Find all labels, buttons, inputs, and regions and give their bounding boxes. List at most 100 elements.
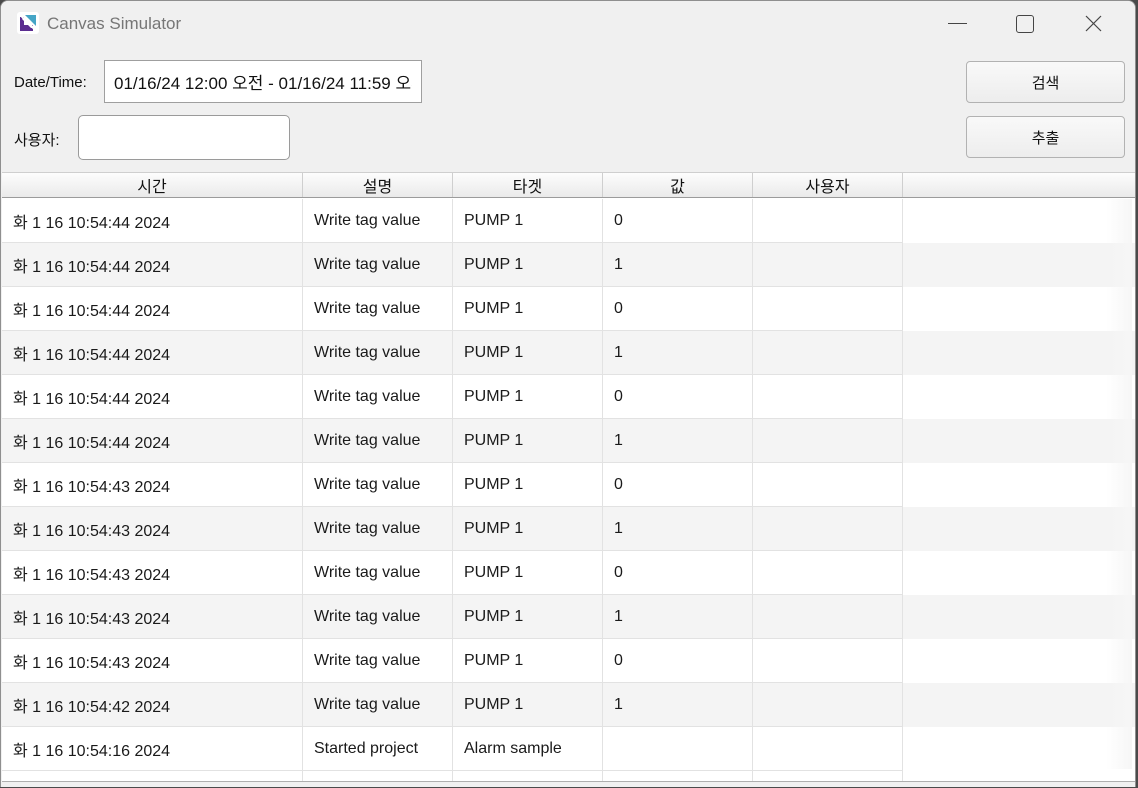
minimize-icon [948,23,967,24]
column-header-user[interactable]: 사용자 [753,173,903,197]
column-header-target[interactable]: 타겟 [453,173,603,197]
cell-user [753,419,903,463]
user-label: 사용자: [14,129,60,150]
cell-target: PUMP 1 [453,463,603,507]
table-row[interactable]: 화 1 16 10:54:43 2024Write tag valuePUMP … [2,551,1136,595]
user-input[interactable] [78,115,290,160]
cell-time: 화 1 16 10:54:44 2024 [2,419,303,463]
cell-description: Write tag value [303,419,453,463]
cell-description: Started project [303,727,453,771]
cell-time: 화 1 16 10:54:44 2024 [2,287,303,331]
cell-value: 1 [603,683,753,727]
cell-description: Write tag value [303,551,453,595]
table-row[interactable]: 화 1 16 10:54:44 2024Write tag valuePUMP … [2,287,1136,331]
cell-time: 화 1 16 10:54:43 2024 [2,639,303,683]
cell-time: 화 1 16 10:54:16 2024 [2,727,303,771]
cell-user [753,551,903,595]
maximize-icon [1016,15,1034,33]
cell-description: Write tag value [303,331,453,375]
cell-target: PUMP 1 [453,551,603,595]
cell-user [753,595,903,639]
table-row[interactable]: 화 1 16 10:54:43 2024Write tag valuePUMP … [2,595,1136,639]
cell-value: 1 [603,419,753,463]
app-window: Canvas Simulator Date/Time: 사용자: 검색 추출 시… [0,0,1136,787]
cell-description: Write tag value [303,595,453,639]
table-row[interactable]: 화 1 16 10:54:44 2024Write tag valuePUMP … [2,331,1136,375]
cell-user [753,375,903,419]
horizontal-scrollbar[interactable] [2,781,1136,787]
cell-target: PUMP 1 [453,595,603,639]
cell-time: 화 1 16 10:54:44 2024 [2,243,303,287]
cell-user [753,199,903,243]
table-row[interactable]: 화 1 16 10:54:44 2024Write tag valuePUMP … [2,419,1136,463]
cell-user [753,507,903,551]
table-header-row: 시간 설명 타겟 값 사용자 [2,172,1136,198]
cell-user [753,683,903,727]
table-row[interactable]: 화 1 16 10:54:43 2024Write tag valuePUMP … [2,507,1136,551]
table-row[interactable]: 화 1 16 10:54:43 2024Write tag valuePUMP … [2,463,1136,507]
close-icon [1084,14,1103,33]
cell-time: 화 1 16 10:54:44 2024 [2,375,303,419]
close-button[interactable] [1070,1,1116,46]
cell-description: Write tag value [303,199,453,243]
cell-time: 화 1 16 10:54:42 2024 [2,683,303,727]
datetime-label: Date/Time: [14,74,87,91]
cell-user [753,243,903,287]
cell-value: 0 [603,463,753,507]
cell-value: 1 [603,507,753,551]
app-logo-icon [17,12,39,34]
cell-time: 화 1 16 10:54:43 2024 [2,507,303,551]
cell-description: Write tag value [303,375,453,419]
table-row[interactable]: 화 1 16 10:54:44 2024Write tag valuePUMP … [2,375,1136,419]
cell-value: 0 [603,551,753,595]
cell-value: 0 [603,639,753,683]
maximize-button[interactable] [1002,1,1048,46]
column-header-filler [903,173,1136,197]
cell-description: Write tag value [303,243,453,287]
window-title: Canvas Simulator [47,1,181,46]
cell-user [753,287,903,331]
vertical-scrollbar[interactable] [1106,199,1132,769]
cell-target: PUMP 1 [453,419,603,463]
cell-user [753,463,903,507]
cell-user [753,331,903,375]
cell-value [603,727,753,771]
datetime-range-input[interactable] [104,60,422,103]
cell-target: PUMP 1 [453,639,603,683]
table-row[interactable]: 화 1 16 10:54:44 2024Write tag valuePUMP … [2,199,1136,243]
cell-time: 화 1 16 10:54:43 2024 [2,595,303,639]
cell-target: PUMP 1 [453,331,603,375]
cell-value: 1 [603,243,753,287]
cell-value: 0 [603,199,753,243]
log-table: 시간 설명 타겟 값 사용자 화 1 16 10:54:44 2024Write… [2,172,1136,787]
cell-target: PUMP 1 [453,243,603,287]
cell-description: Write tag value [303,507,453,551]
table-body: 화 1 16 10:54:44 2024Write tag valuePUMP … [2,199,1136,784]
cell-user [753,639,903,683]
column-header-value[interactable]: 값 [603,173,753,197]
cell-target: PUMP 1 [453,199,603,243]
cell-target: Alarm sample [453,727,603,771]
extract-button[interactable]: 추출 [966,116,1125,158]
cell-target: PUMP 1 [453,507,603,551]
cell-user [753,727,903,771]
cell-time: 화 1 16 10:54:44 2024 [2,331,303,375]
cell-value: 1 [603,331,753,375]
cell-time: 화 1 16 10:54:43 2024 [2,551,303,595]
minimize-button[interactable] [934,1,980,46]
column-header-time[interactable]: 시간 [2,173,303,197]
cell-description: Write tag value [303,463,453,507]
cell-value: 0 [603,287,753,331]
cell-time: 화 1 16 10:54:43 2024 [2,463,303,507]
table-row[interactable]: 화 1 16 10:54:42 2024Write tag valuePUMP … [2,683,1136,727]
cell-target: PUMP 1 [453,287,603,331]
title-bar[interactable]: Canvas Simulator [1,1,1135,46]
cell-description: Write tag value [303,683,453,727]
search-button[interactable]: 검색 [966,61,1125,103]
cell-time: 화 1 16 10:54:44 2024 [2,199,303,243]
cell-description: Write tag value [303,287,453,331]
column-header-description[interactable]: 설명 [303,173,453,197]
table-row[interactable]: 화 1 16 10:54:43 2024Write tag valuePUMP … [2,639,1136,683]
table-row[interactable]: 화 1 16 10:54:16 2024Started projectAlarm… [2,727,1136,771]
table-row[interactable]: 화 1 16 10:54:44 2024Write tag valuePUMP … [2,243,1136,287]
